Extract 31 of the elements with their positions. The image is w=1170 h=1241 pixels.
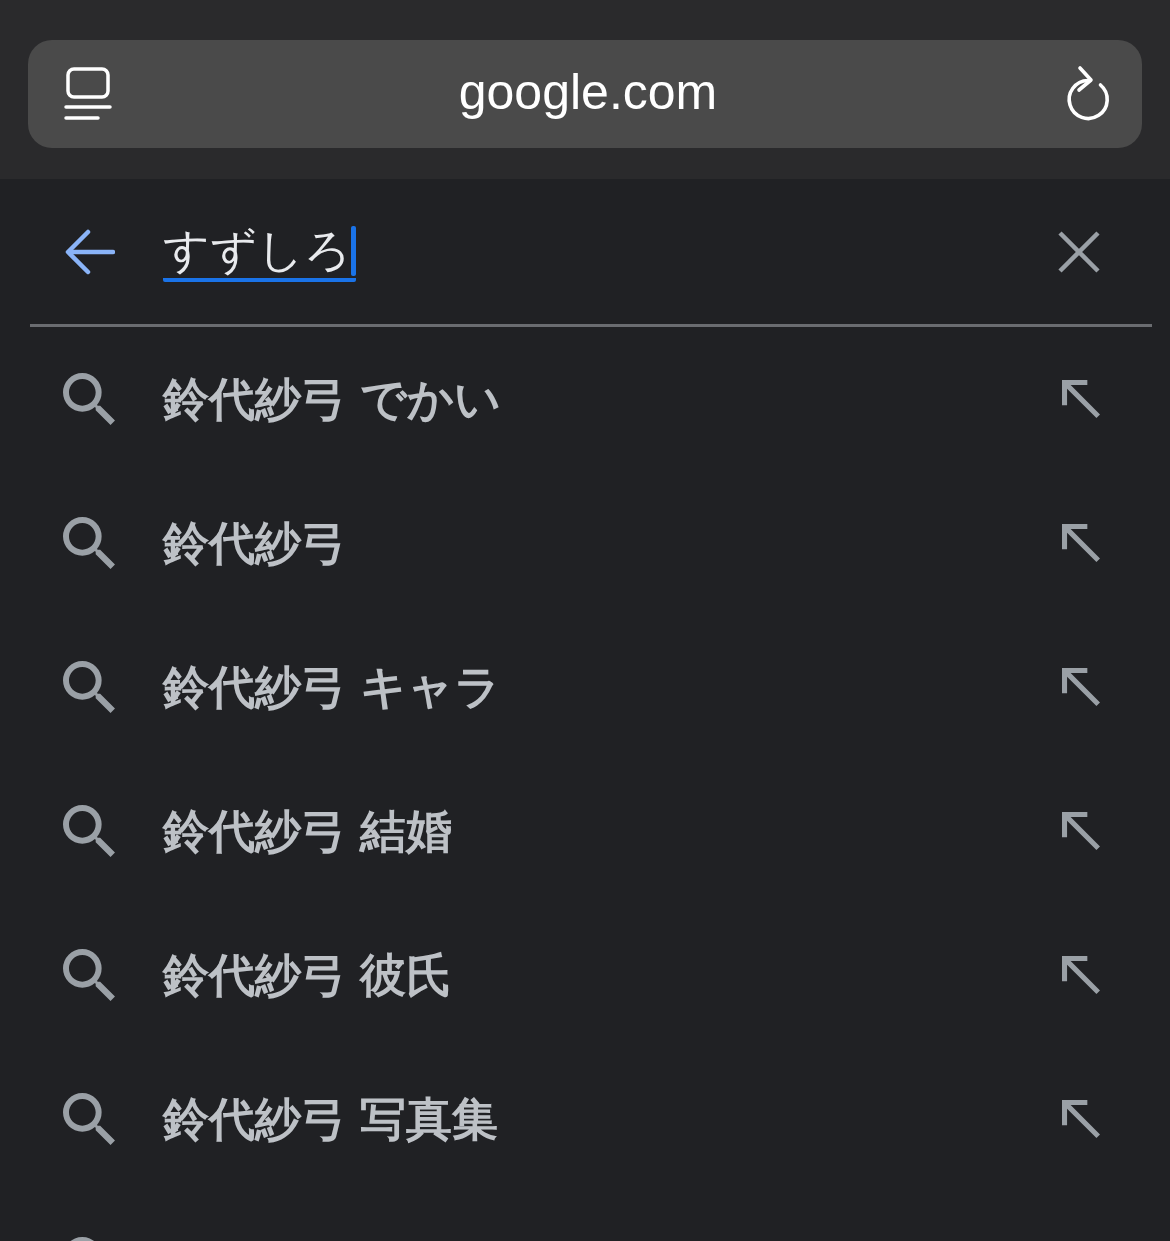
search-icon [63, 373, 115, 425]
suggestion-item[interactable]: 鈴代紗弓 写真集 [0, 1047, 1170, 1191]
search-icon [63, 517, 115, 569]
arrow-up-left-icon[interactable] [1062, 524, 1100, 562]
page-lines-icon[interactable] [64, 67, 112, 121]
suggestion-item[interactable]: 鈴代紗弓 彼氏 [0, 903, 1170, 1047]
arrow-up-left-icon[interactable] [1062, 956, 1100, 994]
search-icon [63, 949, 115, 1001]
suggestion-item[interactable]: 鈴代紗弓 キャラ [0, 615, 1170, 759]
suggestion-text: 鈴代紗弓 でかい [163, 371, 501, 427]
search-field[interactable]: すずしろ [163, 221, 356, 282]
arrow-up-left-icon[interactable] [1062, 380, 1100, 418]
suggestion-text: 鈴代紗弓 写真集 [163, 1091, 498, 1147]
arrow-up-left-icon[interactable] [1062, 1100, 1100, 1138]
suggestion-text: 鈴代紗弓 キャラ [163, 659, 501, 715]
address-bar[interactable]: google.com [28, 40, 1142, 148]
suggestion-item[interactable]: 鈴代紗弓 [0, 471, 1170, 615]
search-icon [63, 805, 115, 857]
close-icon[interactable] [1058, 230, 1100, 273]
suggestion-text: 鈴代紗弓 彼氏 [163, 947, 452, 1003]
search-icon [63, 1093, 115, 1145]
arrow-up-left-icon[interactable] [1062, 668, 1100, 706]
search-icon [63, 661, 115, 713]
suggestion-item[interactable]: 鈴代紗弓 でかい [0, 327, 1170, 471]
reload-icon[interactable] [1064, 65, 1110, 123]
text-cursor-icon [351, 225, 356, 276]
url-text: google.com [458, 67, 718, 121]
suggestion-text: 鈴代紗弓 結婚 [163, 803, 452, 859]
suggestion-item[interactable]: 鈴代紗弓 結婚 [0, 759, 1170, 903]
arrow-up-left-icon[interactable] [1062, 812, 1100, 850]
suggestion-text: 鈴代紗弓 [163, 515, 347, 571]
